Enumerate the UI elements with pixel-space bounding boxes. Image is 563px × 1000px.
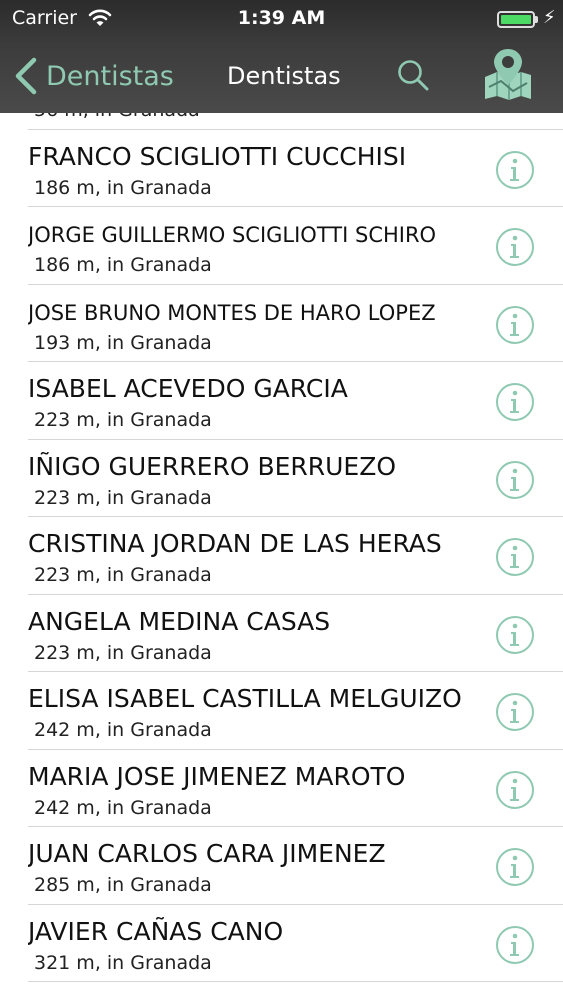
dentist-distance: 223 m, in Granada	[34, 486, 212, 509]
list-item[interactable]: CRISTINA JORDAN DE LAS HERAS 223 m, in G…	[28, 517, 563, 595]
back-button[interactable]: Dentistas	[12, 56, 174, 96]
dentist-list[interactable]: 56 m, in Granada FRANCO SCIGLIOTTI CUCCH…	[0, 52, 563, 982]
list-item[interactable]: JORGE GUILLERMO SCIGLIOTTI SCHIRO 186 m,…	[28, 207, 563, 285]
header: Carrier 1:39 AM ⚡ Dentistas Dentistas	[0, 0, 563, 113]
dentist-distance: 242 m, in Granada	[34, 719, 212, 741]
list-item[interactable]: MARIA JOSE JIMENEZ MAROTO 242 m, in Gran…	[28, 750, 563, 827]
dentist-name: FRANCO SCIGLIOTTI CUCCHISI	[28, 141, 407, 171]
list-item[interactable]: FRANCO SCIGLIOTTI CUCCHISI 186 m, in Gra…	[28, 130, 563, 207]
dentist-distance: 186 m, in Granada	[34, 176, 212, 199]
page-title: Dentistas	[227, 62, 341, 90]
list-item[interactable]: JAVIER CAÑAS CANO 321 m, in Granada	[28, 905, 563, 982]
info-icon[interactable]	[495, 227, 535, 267]
map-pin-icon[interactable]	[483, 47, 533, 101]
info-icon[interactable]	[495, 537, 535, 577]
dentist-distance: 186 m, in Granada	[34, 254, 212, 276]
info-icon[interactable]	[495, 692, 535, 732]
clock: 1:39 AM	[237, 7, 326, 29]
dentist-name: IÑIGO GUERRERO BERRUEZO	[28, 451, 397, 481]
info-icon[interactable]	[495, 770, 535, 810]
dentist-name: JUAN CARLOS CARA JIMENEZ	[28, 839, 386, 868]
list-item[interactable]: IÑIGO GUERRERO BERRUEZO 223 m, in Granad…	[28, 440, 563, 517]
navigation-bar: Dentistas Dentistas	[0, 38, 563, 113]
dentist-name: MARIA JOSE JIMENEZ MAROTO	[28, 761, 406, 791]
dentist-distance: 242 m, in Granada	[34, 796, 212, 819]
dentist-distance: 223 m, in Granada	[34, 641, 212, 664]
dentist-name: ANGELA MEDINA CASAS	[28, 606, 331, 636]
list-item[interactable]: ISABEL ACEVEDO GARCIA 223 m, in Granada	[28, 362, 563, 440]
chevron-left-icon	[15, 57, 37, 95]
info-icon[interactable]	[495, 382, 535, 422]
dentist-name: JAVIER CAÑAS CANO	[28, 916, 284, 946]
battery-icon	[497, 11, 535, 28]
list-item[interactable]: JOSE BRUNO MONTES DE HARO LOPEZ 193 m, i…	[28, 285, 563, 362]
info-icon[interactable]	[495, 460, 535, 500]
back-label: Dentistas	[46, 60, 174, 92]
search-icon[interactable]	[396, 58, 430, 92]
status-bar: Carrier 1:39 AM ⚡	[0, 0, 563, 38]
dentist-distance: 321 m, in Granada	[34, 951, 212, 974]
dentist-name: CRISTINA JORDAN DE LAS HERAS	[28, 529, 442, 558]
list-item[interactable]: JUAN CARLOS CARA JIMENEZ 285 m, in Grana…	[28, 827, 563, 905]
dentist-name: ELISA ISABEL CASTILLA MELGUIZO	[28, 684, 462, 713]
app-screen: 56 m, in Granada FRANCO SCIGLIOTTI CUCCH…	[0, 0, 563, 1000]
list-item[interactable]: ANGELA MEDINA CASAS 223 m, in Granada	[28, 595, 563, 672]
battery-tip	[535, 16, 538, 23]
info-icon[interactable]	[495, 847, 535, 887]
dentist-distance: 223 m, in Granada	[34, 409, 212, 431]
info-icon[interactable]	[495, 615, 535, 655]
list-item[interactable]: ELISA ISABEL CASTILLA MELGUIZO 242 m, in…	[28, 672, 563, 750]
info-icon[interactable]	[495, 150, 535, 190]
dentist-name: JORGE GUILLERMO SCIGLIOTTI SCHIRO	[28, 223, 437, 247]
bolt-icon: ⚡	[543, 7, 556, 28]
dentist-name: JOSE BRUNO MONTES DE HARO LOPEZ	[28, 300, 436, 325]
info-icon[interactable]	[495, 925, 535, 965]
dentist-distance: 223 m, in Granada	[34, 564, 212, 586]
info-icon[interactable]	[495, 305, 535, 345]
dentist-name: ISABEL ACEVEDO GARCIA	[28, 374, 348, 403]
dentist-distance: 285 m, in Granada	[34, 874, 212, 896]
dentist-distance: 193 m, in Granada	[34, 331, 212, 354]
